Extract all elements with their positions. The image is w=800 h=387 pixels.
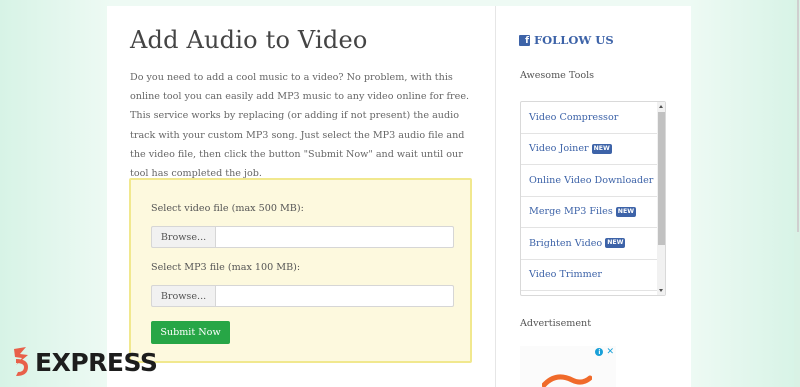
info-icon[interactable]: i [595, 348, 604, 356]
logo-mark-icon [14, 347, 28, 376]
submit-button[interactable]: Submit Now [151, 321, 230, 344]
new-badge: NEW [615, 206, 637, 217]
video-browse-button[interactable]: Browse... [151, 226, 215, 248]
main-content: Add Audio to Video Do you need to add a … [107, 6, 495, 387]
advertisement-box[interactable]: i ✕ [520, 346, 616, 387]
mp3-file-name-field[interactable] [215, 285, 454, 307]
video-file-input[interactable]: Browse... [151, 226, 454, 248]
tools-list: Video Compressor Video Joiner NEW Online Vi… [521, 102, 657, 291]
tool-link-item[interactable]: Merge MP3 Files NEW [521, 197, 657, 228]
mp3-browse-button[interactable]: Browse... [151, 285, 215, 307]
page-title: Add Audio to Video [130, 26, 368, 54]
tool-link-label: Online Video Downloader [529, 174, 654, 186]
advertisement-heading: Advertisement [520, 318, 592, 329]
scroll-thumb[interactable] [658, 112, 665, 245]
tools-list-box: Video Compressor Video Joiner NEW Online Vi… [520, 101, 666, 296]
follow-us-link[interactable]: f FOLLOW US [519, 33, 614, 47]
watermark-logo: EXPRESS [10, 345, 158, 379]
upload-form: Select video file (max 500 MB): Browse..… [129, 178, 472, 363]
tool-link-item[interactable]: Video Joiner NEW [521, 134, 657, 165]
tool-link-label: Video Trimmer [529, 269, 602, 281]
window-scroll-thumb[interactable] [797, 0, 799, 232]
mp3-file-label: Select MP3 file (max 100 MB): [151, 262, 301, 273]
intro-paragraph: Do you need to add a cool music to a vid… [130, 72, 470, 180]
tool-link-label: Video Joiner [529, 143, 589, 155]
page-container: Add Audio to Video Do you need to add a … [107, 6, 691, 387]
tool-link-item[interactable]: Video Compressor [521, 102, 657, 134]
sidebar: f FOLLOW US Awesome Tools Video Compress… [496, 6, 691, 387]
window-scrollbar[interactable] [794, 0, 800, 387]
follow-us-label: FOLLOW US [534, 33, 614, 47]
tool-link-label: Merge MP3 Files [529, 206, 613, 218]
new-badge: NEW [591, 143, 612, 154]
tool-link-label: Brighten Video [529, 237, 603, 249]
facebook-icon: f [519, 34, 530, 46]
ad-controls: i ✕ [595, 348, 614, 357]
video-file-label: Select video file (max 500 MB): [151, 203, 304, 214]
tool-link-label: Video Compressor [529, 111, 619, 123]
tools-heading: Awesome Tools [520, 70, 595, 81]
scroll-down-arrow-icon[interactable] [659, 289, 663, 292]
scroll-up-arrow-icon[interactable] [659, 105, 663, 108]
tool-link-item[interactable]: Brighten Video NEW [521, 228, 657, 260]
ad-graphic-icon [542, 374, 592, 387]
new-badge: NEW [605, 238, 626, 249]
mp3-file-input[interactable]: Browse... [151, 285, 454, 307]
watermark-text: EXPRESS [35, 347, 158, 377]
tools-scrollbar[interactable] [657, 102, 665, 295]
tool-link-item[interactable]: Video Trimmer [521, 260, 657, 291]
tool-link-item[interactable]: Online Video Downloader [521, 165, 657, 197]
close-icon[interactable]: ✕ [606, 348, 614, 357]
video-file-name-field[interactable] [215, 226, 454, 248]
